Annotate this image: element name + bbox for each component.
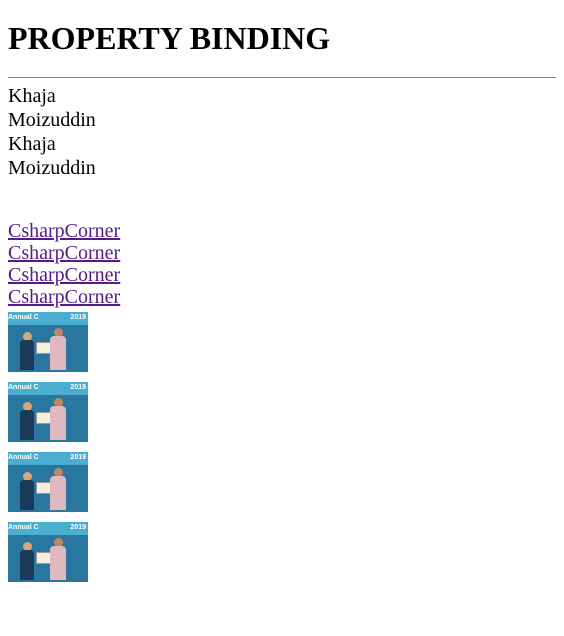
photo-banner-right: 2019 [70,314,86,321]
link-csharpcorner[interactable]: CsharpCorner [8,286,556,308]
photo-banner-right: 2019 [70,454,86,461]
link-csharpcorner[interactable]: CsharpCorner [8,242,556,264]
link-csharpcorner[interactable]: CsharpCorner [8,220,556,242]
conference-photo: Annual C 2019 [8,522,88,582]
photo-banner-left: Annual C [8,454,39,461]
link-csharpcorner[interactable]: CsharpCorner [8,264,556,286]
name-item: Moizuddin [8,156,556,180]
name-item: Moizuddin [8,108,556,132]
person-figure [50,468,66,512]
person-figure [50,328,66,372]
links-container: CsharpCorner CsharpCorner CsharpCorner C… [8,220,556,308]
person-figure [20,402,34,442]
page-heading: PROPERTY BINDING [8,20,556,57]
person-figure [50,538,66,582]
photo-banner-left: Annual C [8,314,39,321]
person-figure [20,542,34,582]
photo-banner-right: 2019 [70,384,86,391]
photo-banner-right: 2019 [70,524,86,531]
conference-photo: Annual C 2019 [8,312,88,372]
photo-banner-left: Annual C [8,524,39,531]
names-container: Khaja Moizuddin Khaja Moizuddin [8,84,556,180]
spacer [8,180,556,220]
conference-photo: Annual C 2019 [8,452,88,512]
person-figure [20,332,34,372]
name-item: Khaja [8,132,556,156]
divider [8,77,556,78]
conference-photo: Annual C 2019 [8,382,88,442]
person-figure [50,398,66,442]
name-item: Khaja [8,84,556,108]
photo-banner-left: Annual C [8,384,39,391]
images-container: Annual C 2019 Annual C 2019 Annual C 201… [8,312,556,582]
person-figure [20,472,34,512]
